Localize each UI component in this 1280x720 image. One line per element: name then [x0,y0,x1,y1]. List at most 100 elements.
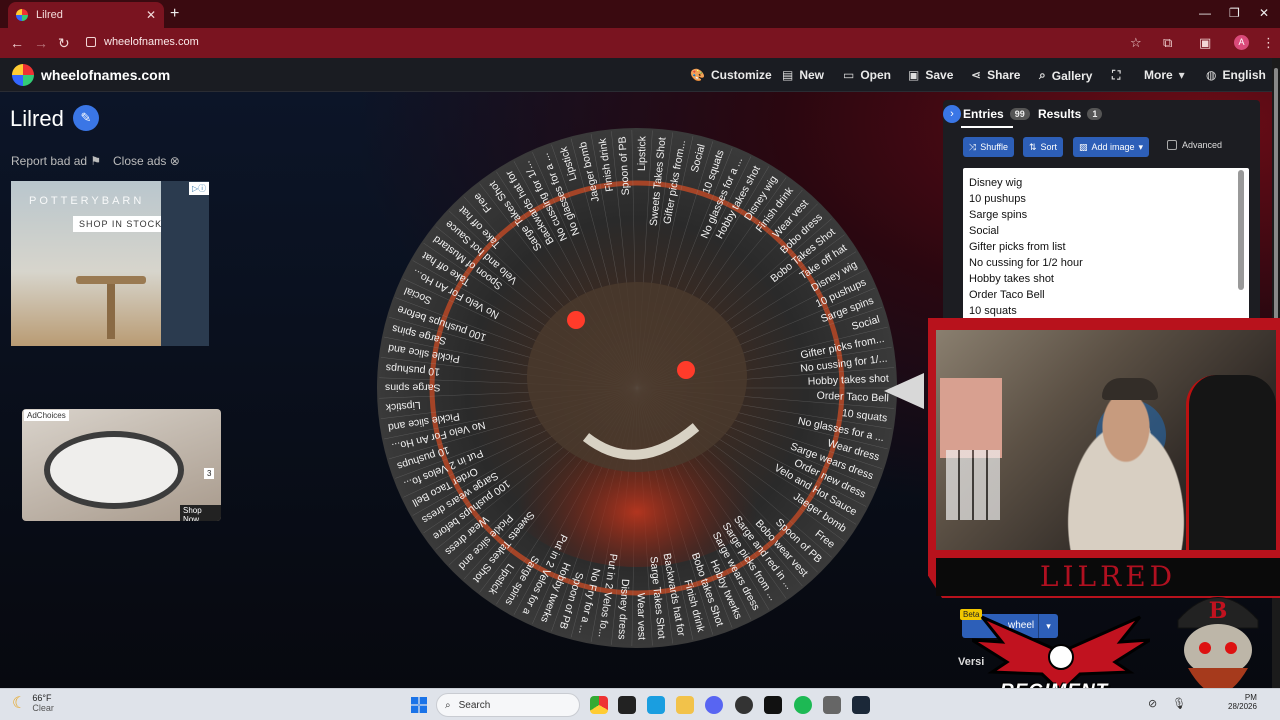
tab-search-icon[interactable]: ▣ [1199,35,1211,51]
entries-tab-label: Entries [963,107,1004,121]
entry-line: Sarge spins [969,209,1028,221]
back-icon[interactable]: ← [10,35,24,51]
weather-condition: Clear [32,703,54,713]
more-button[interactable]: More ▾ [1144,68,1185,82]
close-window-icon[interactable]: ✕ [1259,6,1269,20]
ad-shop-button[interactable]: SHOP IN STOCK [73,216,169,232]
wheel-slice-label: Sarge spins [385,382,440,394]
gallery-button[interactable]: ⌕ Gallery [1039,68,1092,83]
fullscreen-button[interactable]: ⛶ [1112,68,1120,83]
browser-tab-bar: Lilred ✕ + — ❐ ✕ [0,0,1280,28]
open-button[interactable]: ▭ Open [843,68,891,82]
wheel-favicon-icon [16,9,28,21]
tab-lilred[interactable]: Lilred ✕ [8,2,164,28]
new-button[interactable]: ▤ New [782,68,824,82]
results-count-badge: 1 [1087,108,1103,120]
close-ads-link[interactable]: Close ads ⊗ [113,154,180,168]
sort-label: Sort [1040,142,1058,152]
spotify-taskbar-icon[interactable] [794,696,812,714]
spin-wheel[interactable]: Order Taco Bell 10 squats No glasses for a… [376,127,898,649]
advanced-checkbox[interactable]: Advanced [1167,140,1222,150]
minimize-icon[interactable]: — [1199,6,1211,20]
app-taskbar-icon-2[interactable] [764,696,782,714]
address-bar: ← → ↻ wheelofnames.com ☆ ⧉ ▣ ⋮ [0,28,1280,58]
windows-start-icon[interactable] [411,697,427,713]
entries-textarea[interactable]: Disney wig 10 pushups Sarge spins Social… [963,168,1249,320]
maximize-icon[interactable]: ❐ [1229,6,1240,20]
checkbox-box[interactable] [1167,140,1177,150]
extensions-icon[interactable]: ⧉ [1163,35,1172,51]
skull-left-eye [1199,642,1211,654]
url-field[interactable]: wheelofnames.com [104,36,199,48]
wheel-title: Lilred [10,106,64,131]
wheel-slice-label: Lipstick [636,135,649,171]
shuffle-button[interactable]: ⤨ Shuffle [963,137,1015,157]
webcam-shelf [946,450,1000,520]
language-button[interactable]: ◍ English [1206,68,1266,82]
edit-title-button[interactable]: ✎ [73,105,99,131]
image-icon: ▨ [1079,141,1088,152]
chrome-taskbar-icon[interactable] [590,696,608,714]
tab-results[interactable]: Results 1 [1038,107,1103,121]
clock-time: PM [1244,693,1257,702]
search-icon: ⌕ [445,699,451,711]
taskbar-clock[interactable]: PM 28/2026 [1228,693,1257,711]
report-bad-ad-link[interactable]: Report bad ad ⚑ [11,154,101,168]
flag-icon: ⚑ [90,154,102,168]
save-button[interactable]: ▣ Save [908,68,953,82]
profile-avatar[interactable]: A [1234,35,1249,50]
network-icon[interactable]: ⊘ [1148,697,1157,710]
results-tab-label: Results [1038,107,1082,121]
microphone-icon[interactable]: 🎙 [1172,697,1186,710]
close-tab-icon[interactable]: ✕ [146,8,156,22]
site-brand[interactable]: wheelofnames.com [41,67,170,83]
ad-shop-now-button[interactable]: Shop Now [180,505,221,521]
forward-icon[interactable]: → [34,35,48,51]
skull-right-eye [1225,642,1237,654]
share-label: Share [987,68,1021,82]
collapse-panel-icon[interactable]: › [943,105,961,123]
wheel-slice-label: Wear vest [635,593,648,640]
weather-widget[interactable]: ☾ 66°F Clear [12,693,54,713]
ad-tart-pan[interactable]: AdChoices 3 Shop Now [22,409,221,521]
webcam-feed [936,330,1276,550]
entries-scrollbar[interactable] [1238,170,1244,290]
windows-taskbar: ☾ 66°F Clear ⌕ Search ⊘ 🎙 PM 28/2026 [0,688,1280,720]
ad-pottery-barn[interactable]: POTTERYBARN SHOP IN STOCK ▷ⓘ [11,181,209,346]
obs-taskbar-icon[interactable] [735,696,753,714]
wheel-face-right-eye [677,361,695,379]
edge-taskbar-icon[interactable] [647,696,665,714]
entry-line: Hobby takes shot [969,273,1054,285]
customize-button[interactable]: 🎨 Customize [690,68,772,82]
controller-taskbar-icon[interactable] [823,696,841,714]
adchoices-icon[interactable]: ▷ⓘ [189,182,209,195]
ad-product-image [44,431,184,509]
share-button[interactable]: ⋖ Share [971,68,1020,82]
site-logo-icon[interactable] [12,64,34,86]
browser-menu-icon[interactable]: ⋮ [1262,35,1275,51]
app-taskbar-icon[interactable] [618,696,636,714]
wheel-graphic[interactable]: Order Taco Bell10 squatsNo glasses for a… [376,127,898,649]
search-icon: ⌕ [1039,68,1046,82]
sort-button[interactable]: ⇅ Sort [1023,137,1064,157]
discord-taskbar-icon[interactable] [705,696,723,714]
site-info-icon[interactable] [86,37,96,47]
close-circle-icon: ⊗ [169,154,180,168]
entry-line: 10 squats [969,305,1017,317]
new-tab-button[interactable]: + [170,5,179,23]
add-image-button[interactable]: ▨ Add image ▾ [1073,137,1150,157]
more-label: More [1144,68,1173,82]
adchoices-label[interactable]: AdChoices [24,410,69,421]
steam-taskbar-icon[interactable] [852,696,870,714]
taskbar-search[interactable]: ⌕ Search [436,693,580,717]
file-explorer-icon[interactable] [676,696,694,714]
add-image-label: Add image [1091,142,1135,152]
tab-entries[interactable]: Entries 99 [963,107,1030,121]
bookmark-star-icon[interactable]: ☆ [1130,35,1142,51]
wheel-pointer-icon [884,373,924,409]
file-icon: ▤ [782,68,794,82]
save-label: Save [925,68,954,82]
ad-image-count: 3 [204,468,215,479]
reload-icon[interactable]: ↻ [58,35,70,52]
weather-temp: 66°F [32,693,52,703]
